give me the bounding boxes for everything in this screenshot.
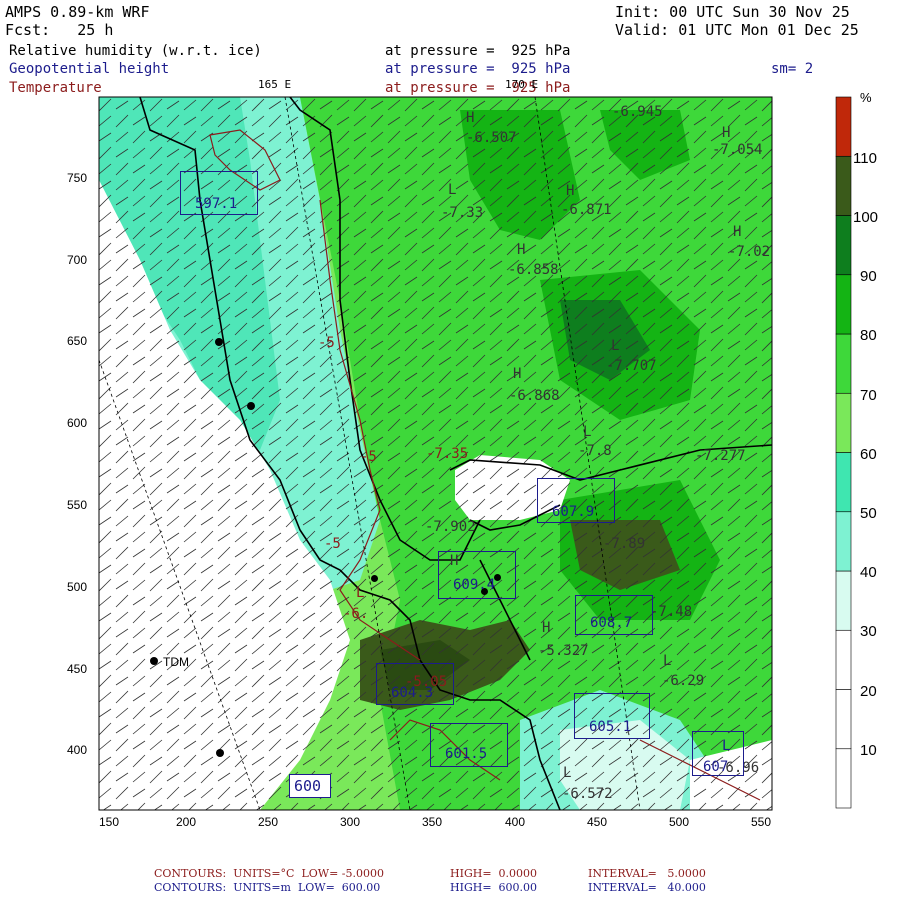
station-marker (247, 402, 255, 410)
high-marker: H (542, 620, 551, 636)
high-marker: H (513, 366, 522, 382)
temperature-contour-label: -5 (318, 335, 335, 351)
height-box: 607 (692, 731, 744, 776)
height-contour-info: CONTOURS: UNITS=m LOW= 600.00 (154, 881, 381, 894)
colorbar-segment (835, 96, 852, 157)
high-marker: H (722, 125, 731, 141)
low-marker: L (448, 182, 457, 198)
low-marker: L (563, 765, 572, 781)
high-marker: H (566, 183, 575, 199)
temperature-value: -7.902 (425, 519, 476, 535)
colorbar-tick: 60 (860, 446, 877, 463)
temperature-value: -6. (343, 606, 369, 622)
colorbar-tick: 50 (860, 505, 877, 522)
x-tick-label: 250 (258, 815, 279, 829)
colorbar (835, 96, 852, 809)
x-tick-label: 500 (669, 815, 690, 829)
colorbar-tick: 110 (853, 150, 877, 167)
colorbar-segment (835, 274, 852, 335)
colorbar-tick: 30 (860, 623, 877, 640)
temperature-contour-label: -5 (360, 449, 377, 465)
temperature-value: -6.871 (561, 202, 612, 218)
temperature-contour-info: CONTOURS: UNITS=°C LOW= -5.0000 (154, 867, 384, 880)
colorbar-segment (835, 452, 852, 513)
temperature-value: -7.02 (728, 244, 771, 260)
x-tick-label: 550 (751, 815, 772, 829)
colorbar-tick: 80 (860, 327, 877, 344)
x-tick-label: 200 (176, 815, 197, 829)
y-tick-label: 650 (67, 334, 88, 348)
low-marker: L (611, 338, 620, 354)
colorbar-tick: 70 (860, 387, 877, 404)
x-tick-label: 150 (99, 815, 120, 829)
height-box: 601.5 (430, 723, 508, 767)
y-tick-label: 750 (67, 171, 88, 185)
y-tick-label: 600 (67, 416, 88, 430)
temperature-value: -6.945 (612, 104, 663, 120)
temperature-value: -7.35 (426, 446, 469, 462)
height-box: 597.1 (180, 171, 258, 215)
temperature-value: -6.868 (509, 388, 560, 404)
temperature-value: -6.29 (662, 673, 705, 689)
y-tick-label: 400 (67, 743, 88, 757)
temperature-value: -7.89 (603, 536, 646, 552)
x-tick-label: 300 (340, 815, 361, 829)
height-box: 604.3 (376, 663, 454, 705)
colorbar-segment (835, 511, 852, 572)
high-marker: H (466, 110, 475, 126)
y-tick-label: 550 (67, 498, 88, 512)
x-tick-label: 350 (422, 815, 443, 829)
height-box: 605.1 (574, 693, 650, 739)
temperature-value: -7.707 (606, 358, 657, 374)
station-label-tdm: TDM (163, 655, 189, 669)
temperature-value: -6.507 (466, 130, 517, 146)
colorbar-segment (835, 215, 852, 276)
temperature-contour-interval: INTERVAL= 5.0000 (588, 867, 706, 880)
temperature-value: -7.054 (712, 142, 763, 158)
y-tick-label: 700 (67, 253, 88, 267)
station-marker (216, 749, 224, 757)
colorbar-segment (835, 748, 852, 809)
height-box: 609.4 (438, 551, 516, 599)
y-tick-label: 450 (67, 662, 88, 676)
high-marker: H (517, 242, 526, 258)
colorbar-segment (835, 392, 852, 453)
temperature-value: -7.8 (578, 443, 612, 459)
temperature-value: -6.572 (562, 786, 613, 802)
colorbar-segment (835, 570, 852, 631)
colorbar-segment (835, 689, 852, 750)
colorbar-tick: 40 (860, 564, 877, 581)
colorbar-segment (835, 155, 852, 216)
colorbar-tick: 90 (860, 268, 877, 285)
temperature-contour-label: -5 (324, 536, 341, 552)
low-marker: L (583, 424, 592, 440)
colorbar-tick: 10 (860, 742, 877, 759)
height-contour-interval: INTERVAL= 40.000 (588, 881, 706, 894)
colorbar-segment (835, 333, 852, 394)
height-box: 608.7 (575, 595, 653, 635)
temperature-value: -6.858 (508, 262, 559, 278)
station-marker (215, 338, 223, 346)
temperature-contour-high: HIGH= 0.0000 (450, 867, 538, 880)
low-marker: L (356, 585, 365, 601)
temperature-value: -7.277 (695, 448, 746, 464)
height-box: 600 (289, 774, 331, 798)
colorbar-tick: 20 (860, 683, 877, 700)
colorbar-tick: 100 (853, 209, 879, 226)
high-marker: H (733, 224, 742, 240)
y-tick-label: 500 (67, 580, 88, 594)
station-marker (371, 575, 378, 582)
temperature-value: -7.33 (441, 205, 484, 221)
colorbar-unit: % (860, 90, 872, 105)
x-tick-label: 400 (505, 815, 526, 829)
station-marker-tdm (150, 657, 158, 665)
colorbar-segment (835, 629, 852, 690)
temperature-value: -5.327 (538, 643, 589, 659)
height-contour-high: HIGH= 600.00 (450, 881, 538, 894)
temperature-value: -7.48 (650, 604, 693, 620)
x-tick-label: 450 (587, 815, 608, 829)
low-marker: L (663, 653, 672, 669)
height-box: 607.9 (537, 478, 615, 523)
